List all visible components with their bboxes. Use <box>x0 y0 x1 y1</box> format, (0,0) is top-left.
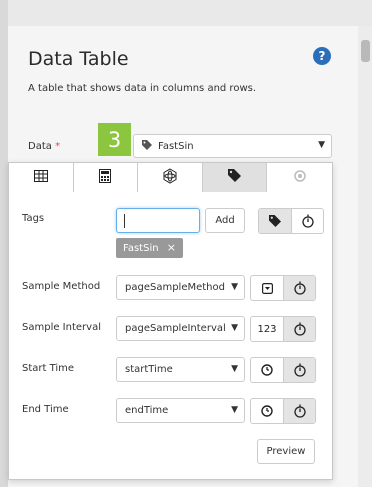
preview-button[interactable]: Preview <box>257 439 315 464</box>
dropdown-mode-button[interactable] <box>251 276 283 300</box>
data-label: Data * <box>28 141 60 152</box>
tab-table[interactable] <box>9 163 74 192</box>
panel-title: Data Table <box>28 48 129 70</box>
start-time-label: Start Time <box>22 363 75 374</box>
chevron-down-icon: ▼ <box>231 323 238 333</box>
end-time-value: endTime <box>125 405 169 416</box>
stopwatch-icon <box>293 281 306 295</box>
tag-icon <box>142 139 152 153</box>
clock-mode-button[interactable] <box>251 358 283 382</box>
end-time-label: End Time <box>22 404 69 415</box>
data-source-value: FastSin <box>158 140 194 152</box>
number-mode-button[interactable]: 123 <box>251 317 283 341</box>
tab-model[interactable] <box>138 163 203 192</box>
chevron-down-icon: ▼ <box>231 405 238 415</box>
table-icon <box>33 169 48 186</box>
stopwatch-icon <box>293 404 306 418</box>
tags-label: Tags <box>22 213 45 224</box>
timer-mode-button[interactable] <box>283 399 315 423</box>
clock-mode-button[interactable] <box>251 399 283 423</box>
required-mark: * <box>55 141 61 152</box>
stopwatch-icon <box>301 214 314 228</box>
stopwatch-icon <box>293 322 306 336</box>
timer-mode-button[interactable] <box>283 358 315 382</box>
sample-interval-label: Sample Interval <box>22 322 101 333</box>
calculator-icon <box>99 168 112 187</box>
start-time-value: startTime <box>125 364 173 375</box>
stopwatch-icon <box>293 363 306 377</box>
step-badge: 3 <box>98 123 131 156</box>
sample-interval-select[interactable]: pageSampleInterval ▼ <box>116 316 245 341</box>
source-tabs <box>9 163 332 192</box>
scrollbar-track[interactable] <box>358 26 372 487</box>
data-source-select[interactable]: FastSin ▼ <box>133 134 332 158</box>
data-label-text: Data <box>28 141 52 152</box>
tab-tags[interactable] <box>202 163 268 192</box>
tag-mode-button[interactable] <box>259 209 291 233</box>
help-icon[interactable]: ? <box>313 47 331 65</box>
tag-icon <box>269 215 281 227</box>
clock-icon <box>261 405 273 417</box>
sample-method-label: Sample Method <box>22 281 101 292</box>
tag-input[interactable] <box>116 208 200 233</box>
start-time-mode-group <box>250 357 316 383</box>
text-cursor <box>124 214 125 228</box>
chevron-down-icon: ▼ <box>318 140 325 150</box>
sample-interval-mode-group: 123 <box>250 316 316 342</box>
remove-tag-icon[interactable]: × <box>167 241 176 254</box>
circle-icon <box>293 169 306 186</box>
sample-interval-value: pageSampleInterval <box>125 323 226 334</box>
timer-mode-button[interactable] <box>283 317 315 341</box>
end-time-select[interactable]: endTime ▼ <box>116 398 245 423</box>
tags-mode-group <box>258 208 324 234</box>
scrollbar-thumb[interactable] <box>361 40 370 62</box>
add-tag-button[interactable]: Add <box>205 208 245 233</box>
sample-method-mode-group <box>250 275 316 301</box>
tag-icon <box>228 169 242 186</box>
end-time-mode-group <box>250 398 316 424</box>
tag-chip: FastSin × <box>116 238 183 258</box>
atom-icon <box>162 167 178 188</box>
start-time-select[interactable]: startTime ▼ <box>116 357 245 382</box>
left-edge <box>0 0 8 487</box>
panel-description: A table that shows data in columns and r… <box>28 83 257 94</box>
top-bar <box>0 0 372 26</box>
timer-mode-button[interactable] <box>283 276 315 300</box>
chevron-down-icon: ▼ <box>231 282 238 292</box>
tag-chip-text: FastSin <box>123 242 159 254</box>
tab-calculation[interactable] <box>73 163 139 192</box>
tab-other <box>267 163 332 192</box>
chevron-down-icon: ▼ <box>231 364 238 374</box>
data-source-popup: Tags Add FastSin × Sample Method pageSam… <box>8 162 333 480</box>
sample-method-value: pageSampleMethod <box>125 282 225 293</box>
timer-mode-button[interactable] <box>291 209 323 233</box>
clock-icon <box>261 364 273 376</box>
sample-method-select[interactable]: pageSampleMethod ▼ <box>116 275 245 300</box>
dropdown-box-icon <box>261 282 273 294</box>
